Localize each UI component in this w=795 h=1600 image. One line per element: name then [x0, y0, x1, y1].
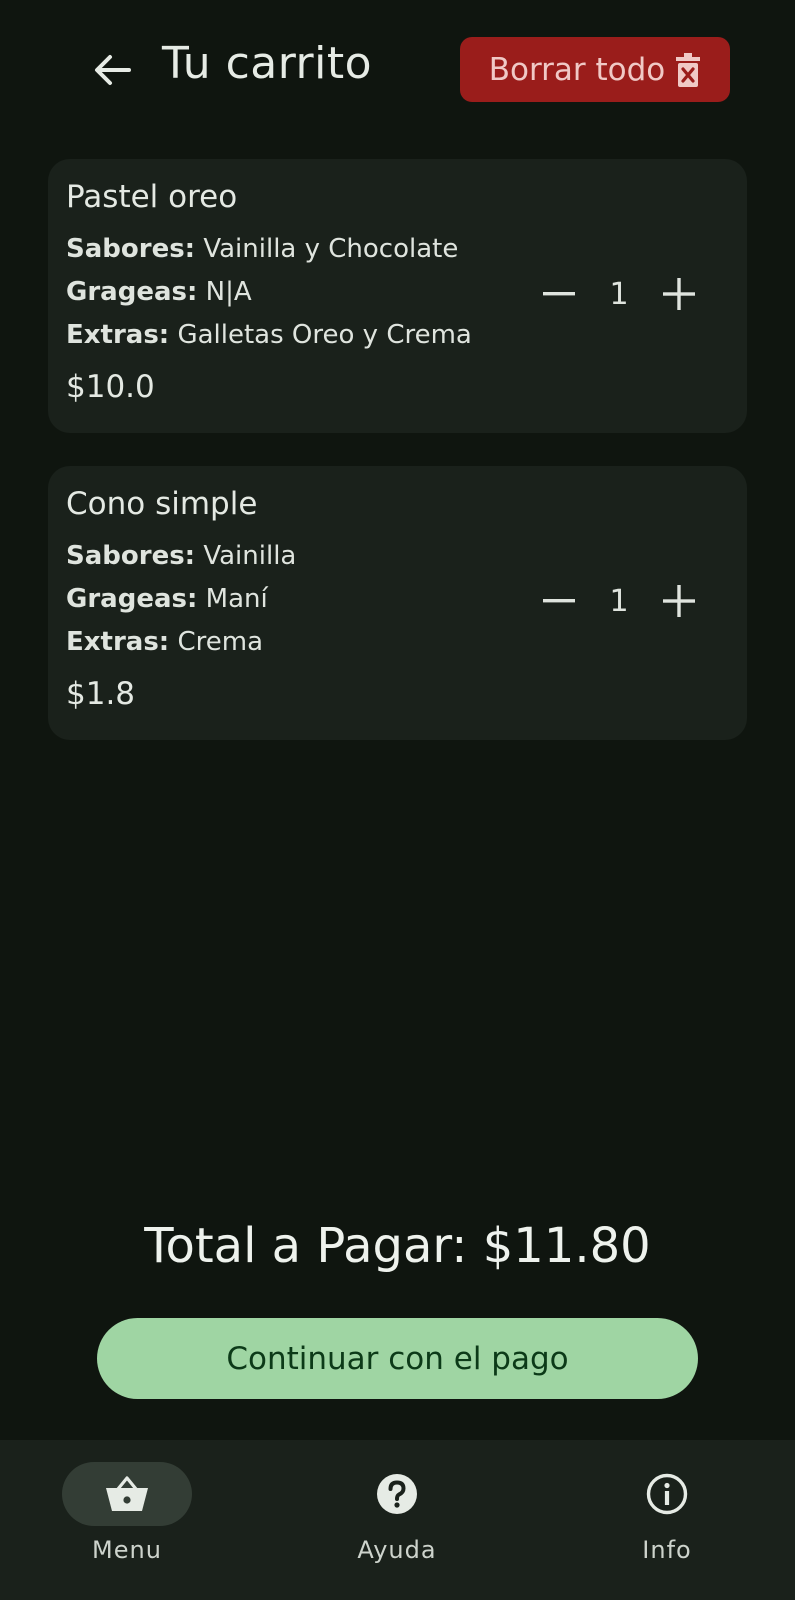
- total-to-pay: Total a Pagar: $11.80: [144, 1218, 651, 1274]
- top-app-bar: Tu carrito Borrar todo: [0, 0, 795, 135]
- cart-screen: Tu carrito Borrar todo Pastel oreo Sabor…: [0, 0, 795, 1600]
- flavors-label: Sabores:: [66, 234, 196, 264]
- decrease-quantity-button[interactable]: [539, 274, 579, 314]
- quantity-value: 1: [609, 583, 629, 619]
- nav-active-indicator: [62, 1462, 192, 1526]
- item-price: $10.0: [66, 369, 155, 405]
- quantity-stepper: 1: [539, 271, 699, 317]
- arrow-left-icon: [95, 55, 131, 85]
- sprinkles-label: Grageas:: [66, 584, 198, 614]
- item-price: $1.8: [66, 676, 136, 712]
- help-circle-icon: [377, 1474, 417, 1514]
- nav-label-menu: Menu: [92, 1536, 162, 1564]
- item-sprinkles: Grageas: Maní: [66, 584, 268, 614]
- increase-quantity-button[interactable]: [659, 274, 699, 314]
- continue-payment-label: Continuar con el pago: [226, 1340, 569, 1377]
- plus-icon: [663, 585, 695, 617]
- minus-icon: [543, 599, 575, 603]
- nav-item-info[interactable]: Info: [587, 1462, 747, 1582]
- quantity-value: 1: [609, 276, 629, 312]
- trash-x-icon: [676, 52, 701, 87]
- clear-all-label: Borrar todo: [488, 51, 666, 88]
- item-flavors: Sabores: Vainilla: [66, 541, 296, 571]
- cart-item-card: Pastel oreo Sabores: Vainilla y Chocolat…: [48, 159, 747, 433]
- item-sprinkles: Grageas: N|A: [66, 277, 252, 307]
- nav-label-info: Info: [642, 1536, 692, 1564]
- flavors-label: Sabores:: [66, 541, 196, 571]
- extras-value: Crema: [169, 627, 263, 657]
- info-circle-icon: [646, 1473, 688, 1515]
- plus-icon: [663, 278, 695, 310]
- quantity-stepper: 1: [539, 578, 699, 624]
- nav-label-ayuda: Ayuda: [357, 1536, 437, 1564]
- item-name: Cono simple: [66, 486, 258, 522]
- extras-label: Extras:: [66, 320, 170, 350]
- minus-icon: [543, 292, 575, 296]
- flavors-value: Vainilla y Chocolate: [195, 234, 459, 264]
- flavors-value: Vainilla: [195, 541, 297, 571]
- bottom-navigation: Menu Ayuda Info: [0, 1440, 795, 1600]
- back-button[interactable]: [88, 48, 138, 92]
- nav-item-ayuda[interactable]: Ayuda: [317, 1462, 477, 1582]
- item-flavors: Sabores: Vainilla y Chocolate: [66, 234, 458, 264]
- item-extras: Extras: Galletas Oreo y Crema: [66, 320, 472, 350]
- decrease-quantity-button[interactable]: [539, 581, 579, 621]
- clear-all-button[interactable]: Borrar todo: [460, 37, 730, 102]
- continue-payment-button[interactable]: Continuar con el pago: [97, 1318, 698, 1399]
- item-name: Pastel oreo: [66, 179, 238, 215]
- sprinkles-label: Grageas:: [66, 277, 198, 307]
- nav-item-menu[interactable]: Menu: [47, 1462, 207, 1582]
- increase-quantity-button[interactable]: [659, 581, 699, 621]
- sprinkles-value: Maní: [197, 584, 268, 614]
- extras-value: Galletas Oreo y Crema: [169, 320, 472, 350]
- sprinkles-value: N|A: [197, 277, 252, 307]
- extras-label: Extras:: [66, 627, 170, 657]
- cart-item-card: Cono simple Sabores: Vainilla Grageas: M…: [48, 466, 747, 740]
- basket-icon: [106, 1476, 148, 1511]
- page-title: Tu carrito: [162, 38, 373, 89]
- item-extras: Extras: Crema: [66, 627, 263, 657]
